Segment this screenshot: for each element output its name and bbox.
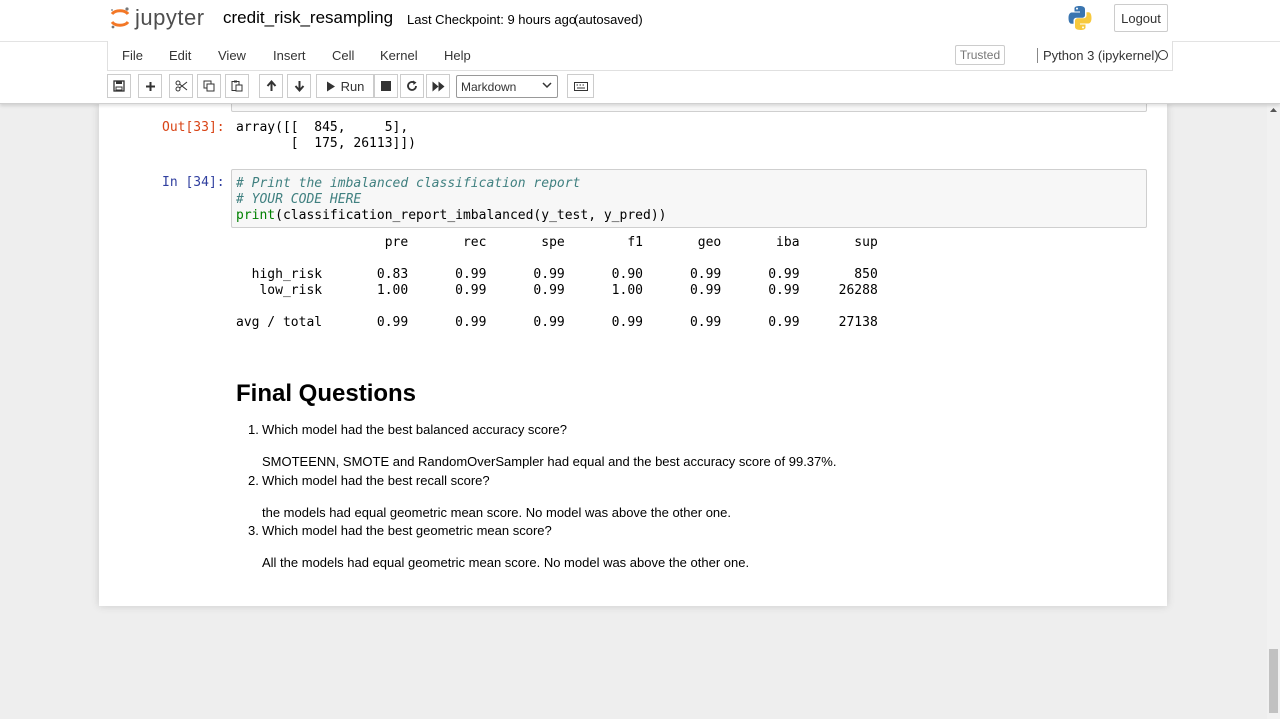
output-line: [ 175, 26113]]) (236, 136, 417, 151)
paste-button[interactable] (225, 74, 249, 98)
output-line: array([[ 845, 5], (236, 120, 409, 135)
cell-type-select[interactable]: Markdown (456, 75, 558, 98)
kernel-status-icon (1158, 50, 1168, 60)
code-cell-editor[interactable]: # Print the imbalanced classification re… (231, 169, 1147, 228)
keyboard-icon (573, 81, 588, 91)
jupyter-icon (110, 7, 130, 29)
run-icon (326, 81, 335, 91)
jupyter-logo[interactable]: jupyter (109, 5, 205, 31)
header: jupyter credit_risk_resampling Last Chec… (0, 0, 1280, 104)
question-text: Which model had the best geometric mean … (262, 523, 552, 538)
logo-row: jupyter credit_risk_resampling Last Chec… (0, 0, 1280, 42)
code-rest: (classification_report_imbalanced(y_test… (275, 208, 667, 223)
menu-file[interactable]: File (122, 48, 143, 63)
chevron-down-icon (542, 82, 552, 89)
markdown-heading: Final Questions (236, 380, 417, 407)
code-comment: # Print the imbalanced classification re… (236, 176, 581, 191)
question-number: 3. (248, 523, 259, 538)
move-up-button[interactable] (259, 74, 283, 98)
run-label: Run (340, 78, 365, 94)
python-logo-icon (1067, 4, 1093, 37)
code-line: print(classification_report_imbalanced(y… (236, 208, 666, 223)
report-line: avg / total 0.99 0.99 0.99 0.99 0.99 0.9… (236, 315, 878, 330)
input-prompt: In [34]: (162, 175, 225, 190)
checkpoint-status: Last Checkpoint: 9 hours ago (407, 12, 577, 27)
scissors-icon (175, 80, 187, 92)
arrow-up-icon (266, 80, 276, 91)
plus-icon (145, 81, 155, 91)
save-icon (113, 80, 125, 92)
toolbar: Run Markdown (107, 74, 1173, 100)
stop-icon (381, 81, 391, 91)
scrollbar-thumb[interactable] (1269, 649, 1278, 713)
autosave-status: (autosaved) (574, 12, 643, 27)
menu-help[interactable]: Help (444, 48, 471, 63)
question-number: 2. (248, 473, 259, 488)
answer-text: All the models had equal geometric mean … (262, 555, 750, 570)
menu-view[interactable]: View (218, 48, 246, 63)
move-down-button[interactable] (287, 74, 311, 98)
copy-icon (203, 80, 215, 92)
scrollbar[interactable] (1267, 103, 1280, 719)
trusted-indicator[interactable]: Trusted (955, 45, 1005, 65)
kernel-name[interactable]: Python 3 (ipykernel) (1037, 48, 1159, 63)
command-palette-button[interactable] (567, 74, 594, 98)
paste-icon (231, 80, 243, 92)
logo-text: jupyter (135, 5, 205, 30)
arrow-down-icon (294, 81, 304, 92)
fast-forward-icon (432, 81, 444, 91)
interrupt-button[interactable] (374, 74, 398, 98)
insert-cell-button[interactable] (138, 74, 162, 98)
cell-type-value: Markdown (461, 79, 517, 94)
print-builtin: print (236, 208, 276, 223)
report-line: pre rec spe f1 geo iba sup (236, 235, 878, 250)
question-number: 1. (248, 422, 259, 437)
menubar: File Edit View Insert Cell Kernel Help T… (107, 41, 1173, 71)
report-line: low_risk 1.00 0.99 0.99 1.00 0.99 0.99 2… (236, 283, 878, 298)
answer-text: the models had equal geometric mean scor… (262, 505, 731, 520)
scroll-up-arrow-icon[interactable] (1267, 105, 1280, 115)
output-prompt: Out[33]: (162, 120, 225, 135)
menu-insert[interactable]: Insert (273, 48, 306, 63)
menu-kernel[interactable]: Kernel (380, 48, 418, 63)
logout-button[interactable]: Logout (1114, 4, 1168, 32)
restart-run-all-button[interactable] (426, 74, 450, 98)
restart-icon (407, 80, 417, 91)
notebook-name[interactable]: credit_risk_resampling (223, 8, 393, 28)
previous-code-cell[interactable] (231, 103, 1147, 112)
restart-button[interactable] (400, 74, 424, 98)
copy-button[interactable] (197, 74, 221, 98)
answer-text: SMOTEENN, SMOTE and RandomOverSampler ha… (262, 454, 837, 469)
cut-button[interactable] (169, 74, 193, 98)
run-button[interactable]: Run (316, 74, 374, 98)
code-comment: # YOUR CODE HERE (236, 192, 362, 207)
question-text: Which model had the best balanced accura… (262, 422, 567, 437)
save-button[interactable] (107, 74, 131, 98)
report-line: high_risk 0.83 0.99 0.99 0.90 0.99 0.99 … (236, 267, 878, 282)
menu-edit[interactable]: Edit (169, 48, 191, 63)
menu-cell[interactable]: Cell (332, 48, 354, 63)
question-text: Which model had the best recall score? (262, 473, 490, 488)
notebook-container: Out[33]: array([[ 845, 5], [ 175, 26113]… (99, 103, 1167, 606)
